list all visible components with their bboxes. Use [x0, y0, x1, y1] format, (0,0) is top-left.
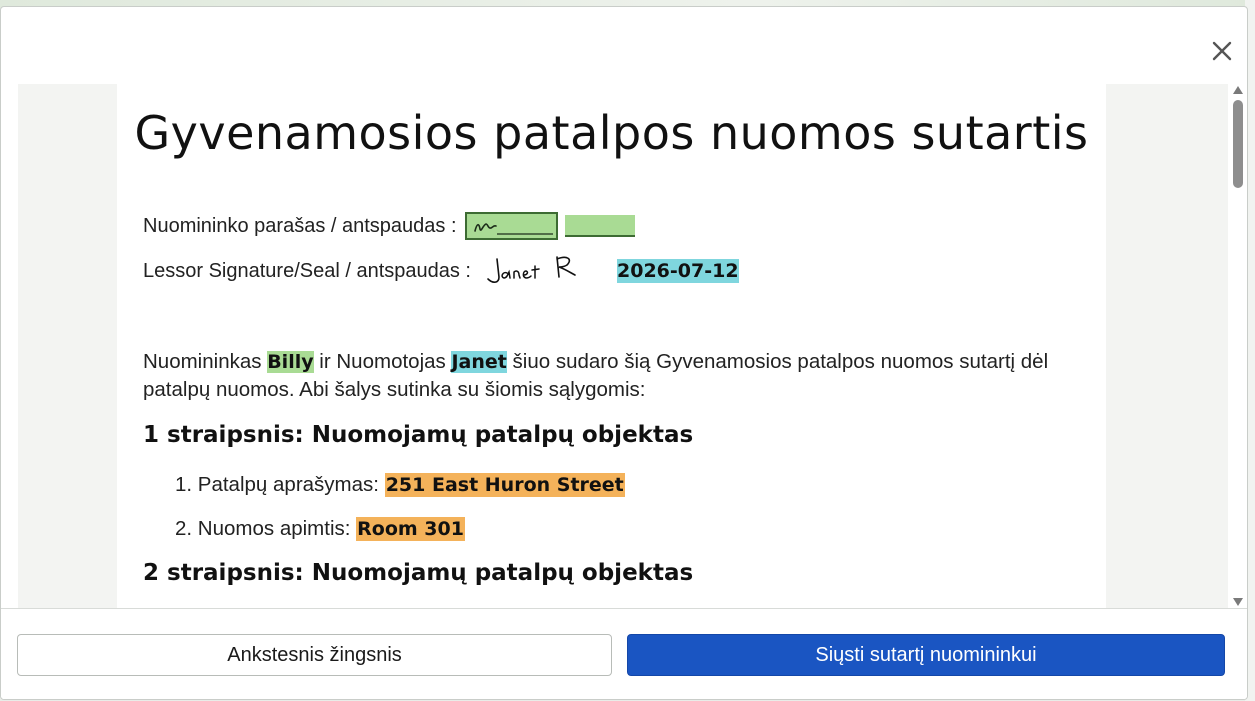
handwritten-signature-icon	[487, 256, 576, 283]
tenant-signature-field[interactable]	[464, 212, 558, 240]
intro-paragraph: Nuomininkas Billy ir Nuomotojas Janet ši…	[143, 348, 1093, 404]
send-contract-button[interactable]: Siųsti sutartį nuomininkui	[627, 634, 1225, 676]
tenant-signature-row: Nuomininko parašas / antspaudas :	[143, 211, 635, 241]
rental-scope-value: Room 301	[356, 517, 465, 541]
document-title: Gyvenamosios patalpos nuomos sutartis	[134, 106, 1089, 160]
lessor-signature-label: Lessor Signature/Seal / antspaudas :	[143, 259, 471, 282]
tenant-seal-field[interactable]	[564, 215, 635, 237]
article-2-heading: 2 straipsnis: Nuomojamų patalpų objektas	[143, 560, 694, 586]
signature-scribble-icon	[473, 223, 553, 235]
lessor-signature-row: Lessor Signature/Seal / antspaudas : 202…	[143, 256, 739, 286]
article-1-item-2: 2. Nuomos apimtis: Room 301	[175, 517, 465, 541]
premises-description-value: 251 East Huron Street	[384, 473, 625, 497]
document-scrollbar[interactable]	[1229, 84, 1247, 608]
scroll-down-arrow-icon	[1233, 598, 1243, 606]
signature-date: 2026-07-12	[617, 259, 739, 283]
scroll-thumb[interactable]	[1233, 100, 1243, 188]
lessor-name: Janet	[451, 351, 507, 373]
close-button[interactable]	[1206, 35, 1238, 67]
scroll-down-button[interactable]	[1232, 596, 1244, 608]
contract-preview-modal: Gyvenamosios patalpos nuomos sutartis Nu…	[0, 6, 1248, 700]
close-icon	[1212, 41, 1232, 61]
intro-text-2: ir Nuomotojas	[313, 350, 452, 373]
tenant-name: Billy	[267, 351, 314, 373]
premises-description-label: 1. Patalpų aprašymas:	[175, 473, 379, 496]
intro-text-1: Nuomininkas	[143, 350, 268, 373]
tenant-signature-label: Nuomininko parašas / antspaudas :	[143, 214, 457, 237]
previous-step-button[interactable]: Ankstesnis žingsnis	[17, 634, 612, 676]
document-viewer[interactable]: Gyvenamosios patalpos nuomos sutartis Nu…	[18, 84, 1228, 608]
document-page: Gyvenamosios patalpos nuomos sutartis Nu…	[117, 84, 1106, 608]
modal-footer: Ankstesnis žingsnis Siųsti sutartį nuomi…	[1, 608, 1247, 699]
lessor-handwritten-signature	[483, 251, 593, 291]
scroll-up-button[interactable]	[1232, 84, 1244, 96]
article-1-item-1: 1. Patalpų aprašymas: 251 East Huron Str…	[175, 473, 625, 497]
scroll-up-arrow-icon	[1233, 86, 1243, 94]
article-1-heading: 1 straipsnis: Nuomojamų patalpų objektas	[143, 422, 694, 448]
rental-scope-label: 2. Nuomos apimtis:	[175, 517, 351, 540]
